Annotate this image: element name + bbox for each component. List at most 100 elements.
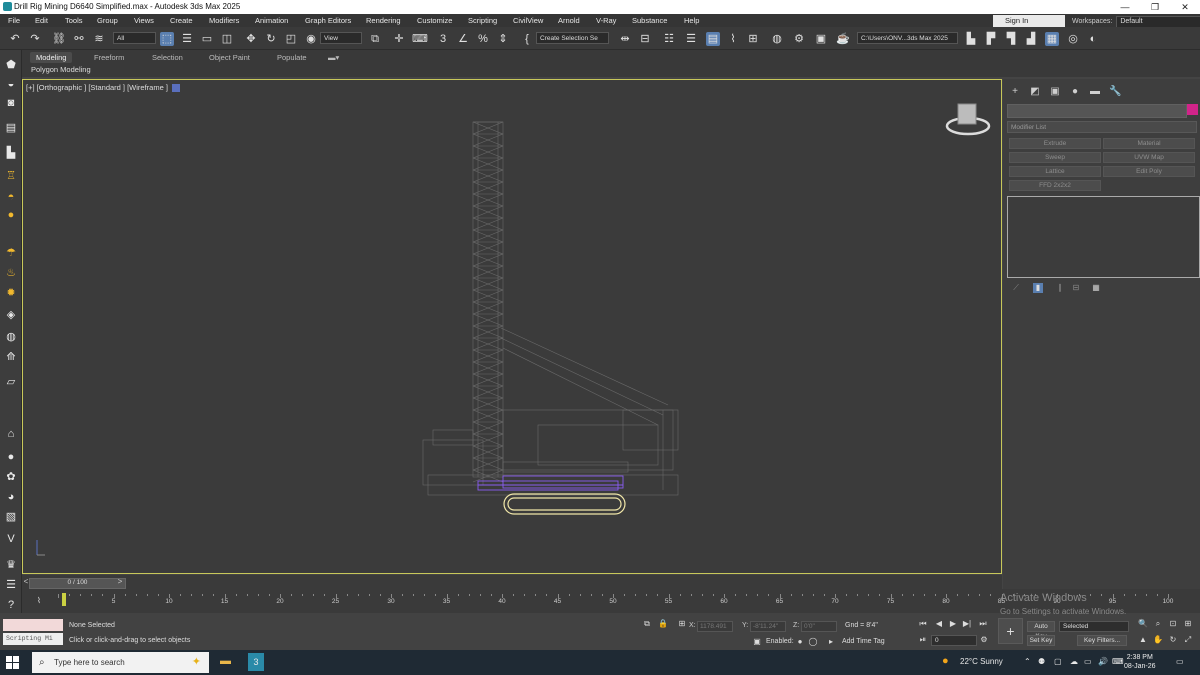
schematic-view-icon[interactable]: ⊞ (746, 32, 760, 46)
keyboard-shortcut-icon[interactable]: ⌨ (412, 32, 428, 46)
window-crossing-icon[interactable]: ◫ (220, 32, 234, 46)
dome-light-icon[interactable]: ◓ (3, 190, 19, 204)
menu-civilview[interactable]: CivilView (513, 16, 543, 25)
make-unique-icon[interactable]: ∥ (1055, 283, 1065, 293)
proxy-icon[interactable]: ◈ (3, 308, 19, 322)
selection-filter-dropdown[interactable]: All (113, 32, 156, 44)
pan-icon[interactable]: ✋ (1153, 635, 1163, 645)
undo-icon[interactable]: ↶ (8, 32, 22, 46)
x-coordinate-field[interactable]: 1178.491 (697, 621, 733, 632)
zoom-all-icon[interactable]: ⌕ (1153, 619, 1163, 629)
help-icon[interactable]: ? (3, 598, 19, 612)
sign-in-button[interactable]: Sign In (993, 15, 1065, 27)
menu-vray[interactable]: V-Ray (596, 16, 616, 25)
weather-text[interactable]: 22°C Sunny (960, 657, 1003, 666)
file-explorer-icon[interactable]: ▬ (220, 655, 231, 667)
menu-views[interactable]: Views (134, 16, 154, 25)
tab-populate[interactable]: Populate (271, 52, 313, 63)
sweep-button[interactable]: Sweep (1009, 152, 1101, 163)
notifications-icon[interactable]: ▭ (1176, 657, 1184, 666)
onedrive-icon[interactable]: ☁ (1070, 657, 1078, 666)
place-icon[interactable]: ◉ (304, 32, 318, 46)
tab-object-paint[interactable]: Object Paint (203, 52, 256, 63)
edit-named-selection-icon[interactable]: { (520, 32, 534, 46)
time-slider-thumb[interactable]: 0 / 100 (29, 578, 126, 589)
select-object-icon[interactable]: ⬚ (160, 32, 174, 46)
create-lights-icon[interactable]: ◙ (3, 96, 19, 110)
create-geometry-icon[interactable]: ⬟ (3, 58, 19, 72)
close-button[interactable]: ✕ (1170, 0, 1200, 14)
link-icon[interactable]: ⛓ (52, 32, 66, 46)
tray-device-icon[interactable]: ▢ (1054, 657, 1062, 666)
add-time-tag-icon[interactable]: ▸ (826, 637, 836, 647)
reference-coordinate-dropdown[interactable]: View (320, 32, 362, 44)
project-icon[interactable]: ▛ (984, 32, 998, 46)
add-time-tag-label[interactable]: Add Time Tag (842, 638, 885, 645)
project-folder-dropdown[interactable]: C:\Users\ONV...3ds Max 2025 (857, 32, 958, 44)
project-folder-icon[interactable]: ▟ (1024, 32, 1038, 46)
selected-track-upper[interactable] (477, 475, 624, 491)
menu-edit[interactable]: Edit (35, 16, 48, 25)
material-editor-icon[interactable]: ◍ (770, 32, 784, 46)
zoom-icon[interactable]: 🔍 (1138, 619, 1148, 629)
bind-spacewarp-icon[interactable]: ≋ (92, 32, 106, 46)
render-icon[interactable]: ◕ (3, 490, 19, 504)
menu-help[interactable]: Help (684, 16, 699, 25)
rectangular-selection-icon[interactable]: ▭ (200, 32, 214, 46)
ribbon-options-icon[interactable]: ▬▾ (322, 52, 345, 63)
uvw-map-button[interactable]: UVW Map (1103, 152, 1195, 163)
curve-editor-icon[interactable]: ⌇ (726, 32, 740, 46)
current-frame-field[interactable]: 0 (931, 635, 977, 646)
menu-substance[interactable]: Substance (632, 16, 667, 25)
zoom-extents-all-icon[interactable]: ⊞ (1183, 619, 1193, 629)
create-tab-icon[interactable]: + (1009, 86, 1021, 98)
home-icon[interactable]: ⌂ (3, 427, 19, 441)
menu-tools[interactable]: Tools (65, 16, 83, 25)
create-shapes-icon[interactable]: ◒ (3, 77, 19, 91)
enabled-toggle-icon[interactable]: ● (795, 637, 805, 647)
display-tab-icon[interactable]: ▬ (1089, 86, 1101, 98)
snaps-toggle-icon[interactable]: 3 (436, 32, 450, 46)
object-color-swatch[interactable] (1187, 104, 1198, 115)
isolate-selection-icon[interactable]: ⧉ (642, 619, 652, 629)
create-cameras-icon[interactable]: ▤ (3, 121, 19, 135)
pivot-center-icon[interactable]: ⧉ (368, 32, 382, 46)
highlighted-track[interactable] (503, 493, 626, 515)
remove-modifier-icon[interactable]: ⊟ (1071, 283, 1081, 293)
network-icon[interactable]: ▭ (1084, 657, 1092, 666)
key-filters-button[interactable]: Key Filters... (1077, 635, 1127, 646)
menu-group[interactable]: Group (97, 16, 118, 25)
goto-end-icon[interactable]: ⏭ (978, 619, 988, 629)
adaptive-degradation-icon[interactable]: ▣ (752, 637, 762, 647)
auto-key-button[interactable]: Auto Key (1027, 621, 1055, 640)
object-name-field[interactable] (1007, 104, 1187, 118)
tab-modeling[interactable]: Modeling (30, 52, 73, 63)
modifier-stack[interactable] (1007, 196, 1200, 278)
motion-tab-icon[interactable]: ● (1069, 86, 1081, 98)
field-of-view-icon[interactable]: ▲ (1138, 635, 1148, 645)
open-file-icon[interactable]: ▙ (964, 32, 978, 46)
mini-curve-editor-icon[interactable]: ⌇ (32, 594, 46, 608)
bake-icon[interactable]: ♛ (3, 558, 19, 572)
extrude-button[interactable]: Extrude (1009, 138, 1101, 149)
z-coordinate-field[interactable]: 0'0" (801, 621, 837, 632)
key-mode-icon[interactable]: ⏯ (918, 635, 928, 645)
drill-rig-wireframe[interactable] (23, 80, 1003, 575)
play-icon[interactable]: ▶ (948, 619, 958, 629)
modifier-list-dropdown[interactable]: Modifier List (1007, 121, 1197, 133)
polygon-modeling-label[interactable]: Polygon Modeling (31, 65, 91, 74)
3dsmax-taskbar-icon[interactable]: 3 (248, 653, 264, 671)
menu-scripting[interactable]: Scripting (468, 16, 497, 25)
pin-stack-icon[interactable]: ⟋ (1011, 283, 1021, 293)
render-production-icon[interactable]: ☕ (836, 32, 850, 46)
maxscript-mini-listener[interactable]: Scripting Mi (3, 633, 63, 645)
menu-file[interactable]: File (8, 16, 20, 25)
maxscript-listener-box[interactable] (3, 619, 63, 631)
viewport-layout-icon[interactable]: ▦ (1045, 32, 1059, 46)
language-icon[interactable]: ⌨ (1112, 657, 1124, 666)
menu-graph-editors[interactable]: Graph Editors (305, 16, 351, 25)
menu-animation[interactable]: Animation (255, 16, 288, 25)
ies-light-icon[interactable]: ♨ (3, 266, 19, 280)
configure-sets-icon[interactable]: ▦ (1091, 283, 1101, 293)
layer-explorer-icon[interactable]: ☰ (684, 32, 698, 46)
